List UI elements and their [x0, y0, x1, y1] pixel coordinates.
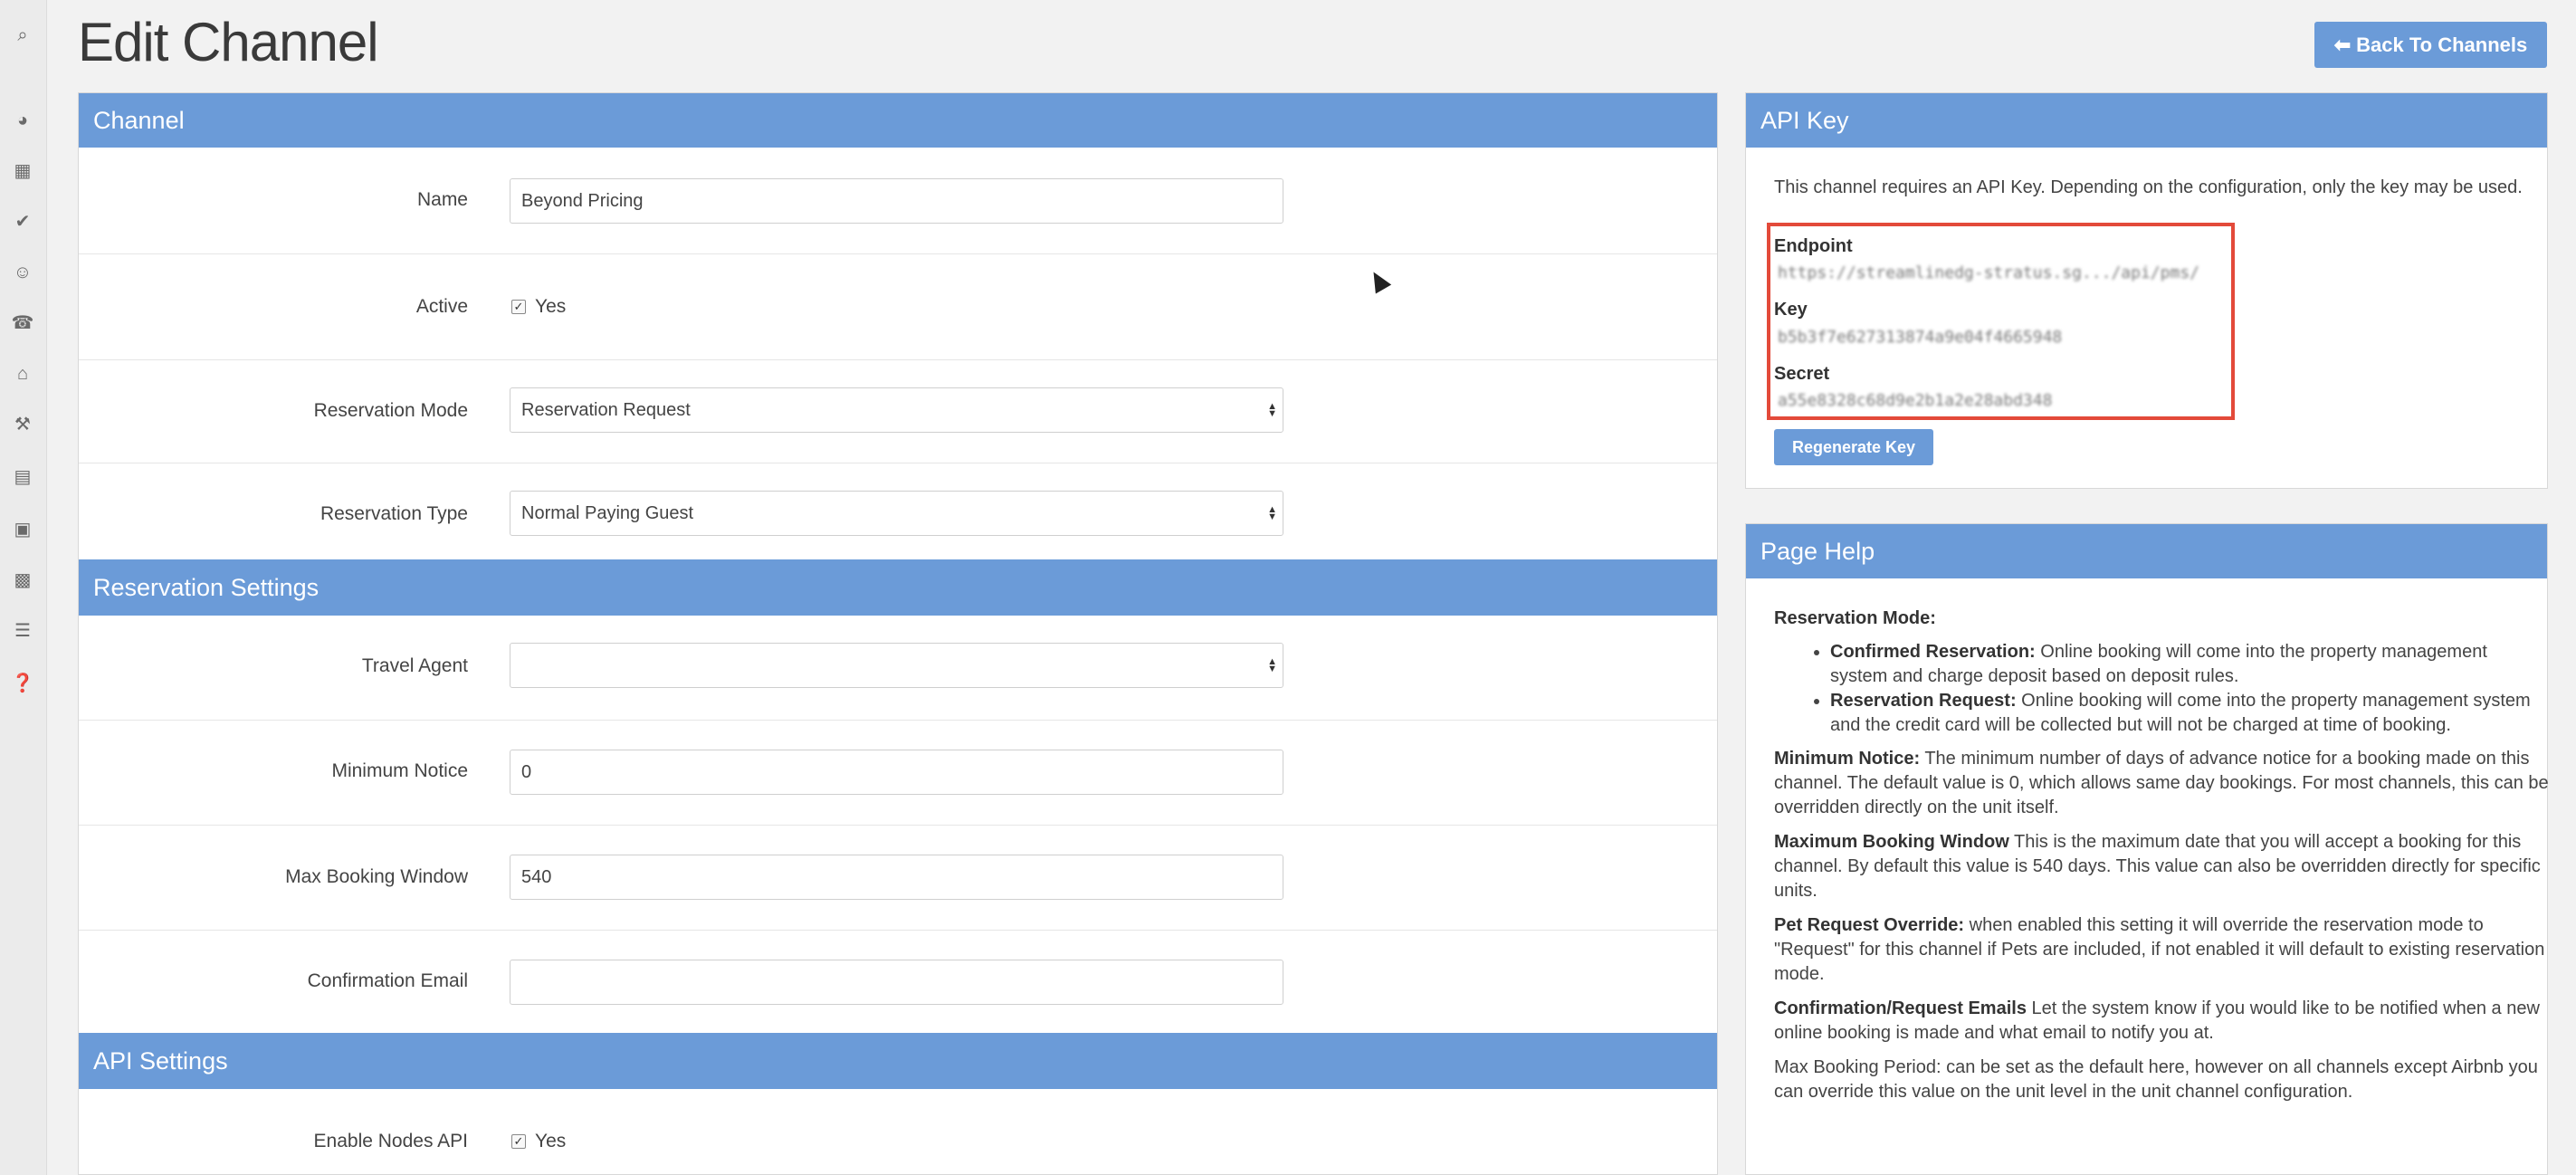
secret-label: Secret [1774, 364, 1830, 384]
list-item: Reservation Request: Online booking will… [1830, 689, 2549, 738]
select-arrows-icon: ▲ ▼ [1267, 401, 1277, 419]
page-help-content: Reservation Mode: Confirmed Reservation:… [1774, 607, 2549, 1104]
reservation-type-select[interactable]: Normal Paying Guest ▲ ▼ [510, 491, 1283, 536]
regenerate-key-button[interactable]: Regenerate Key [1774, 429, 1933, 465]
api-key-intro: This channel requires an API Key. Depend… [1774, 177, 2523, 197]
reservation-type-label: Reservation Type [320, 503, 468, 524]
help-emails-title: Confirmation/Request Emails [1774, 998, 2027, 1018]
travel-agent-label: Travel Agent [361, 655, 468, 676]
back-button-label: Back To Channels [2356, 33, 2528, 56]
enable-nodes-api-label: Enable Nodes API [313, 1131, 468, 1151]
active-checkbox-label: Yes [535, 296, 567, 317]
back-to-channels-button[interactable]: ⬅ Back To Channels [2314, 22, 2547, 68]
help-max-window: Maximum Booking Window This is the maxim… [1774, 830, 2549, 903]
money-icon[interactable]: ▣ [11, 518, 34, 541]
active-label: Active [415, 296, 468, 317]
wrench-icon[interactable]: ⚒ [11, 413, 34, 436]
help-max-window-title: Maximum Booking Window [1774, 832, 2009, 852]
form-row-name: Name Beyond Pricing [79, 148, 1717, 254]
help-icon[interactable]: ❓ [11, 672, 34, 695]
help-pet-override: Pet Request Override: when enabled this … [1774, 913, 2549, 987]
channel-heading: Channel [93, 106, 185, 134]
page-help-heading: Page Help [1760, 537, 1875, 565]
key-label: Key [1774, 300, 1808, 320]
confirmation-email-input[interactable] [510, 960, 1283, 1005]
api-key-header: API Key [1746, 93, 2547, 148]
dashboard-icon[interactable]: ◕ [11, 109, 34, 132]
reservation-mode-label: Reservation Mode [313, 400, 468, 421]
reservation-mode-select[interactable]: Reservation Request ▲ ▼ [510, 387, 1283, 433]
form-row-active: Active ✓ Yes [79, 254, 1717, 360]
reservation-type-value: Normal Paying Guest [521, 502, 694, 523]
key-value: b5b3f7e627313874a9e04f4665948 [1778, 328, 2063, 347]
help-confirmed-title: Confirmed Reservation: [1830, 642, 2036, 662]
channel-form-panel: Channel Name Beyond Pricing Active ✓ Yes… [78, 92, 1718, 1175]
arrow-left-icon: ⬅ [2333, 33, 2352, 56]
help-pet-title: Pet Request Override: [1774, 915, 1965, 935]
grid-icon[interactable]: ▤ [11, 465, 34, 489]
reservation-settings-header: Reservation Settings [79, 559, 1717, 616]
minimum-notice-label: Minimum Notice [331, 760, 468, 781]
search-icon[interactable]: ⌕ [11, 24, 34, 47]
confirmation-email-label: Confirmation Email [307, 970, 468, 991]
form-row-minimum-notice: Minimum Notice 0 [79, 721, 1717, 826]
secret-value: a55e8328c68d9e2b1a2e28abd348 [1778, 391, 2053, 410]
api-settings-header: API Settings [79, 1033, 1717, 1089]
reservation-mode-value: Reservation Request [521, 399, 691, 420]
help-request-title: Reservation Request: [1830, 691, 2017, 711]
api-settings-heading: API Settings [93, 1046, 228, 1075]
chart-icon[interactable]: ☰ [11, 619, 34, 643]
endpoint-value: https://streamlinedg-stratus.sg.../api/p… [1778, 263, 2199, 282]
form-row-confirmation-email: Confirmation Email [79, 931, 1717, 1035]
checkbox-checked-icon[interactable]: ✓ [511, 300, 526, 314]
api-key-heading: API Key [1760, 106, 1849, 134]
travel-agent-select[interactable]: ▲ ▼ [510, 643, 1283, 688]
page-help-header: Page Help [1746, 524, 2547, 578]
channel-section-header: Channel [79, 93, 1717, 148]
users-icon[interactable]: ☺ [11, 261, 34, 284]
max-booking-window-value: 540 [521, 866, 552, 887]
select-arrows-icon: ▲ ▼ [1267, 504, 1277, 522]
minimum-notice-value: 0 [521, 761, 532, 782]
home-icon[interactable]: ⌂ [11, 362, 34, 386]
reservation-settings-heading: Reservation Settings [93, 573, 320, 601]
help-reservation-mode-list: Confirmed Reservation: Online booking wi… [1774, 640, 2549, 738]
calendar-icon[interactable]: ▦ [11, 159, 34, 183]
form-row-max-booking-window: Max Booking Window 540 [79, 826, 1717, 931]
active-checkbox[interactable]: ✓ Yes [511, 296, 566, 318]
help-minimum-notice: Minimum Notice: The minimum number of da… [1774, 747, 2549, 820]
name-label: Name [416, 189, 468, 210]
left-nav-rail: ⌕ ◕ ▦ ✔ ☺ ☎ ⌂ ⚒ ▤ ▣ ▩ ☰ ❓ [0, 0, 47, 1175]
phone-icon[interactable]: ☎ [11, 311, 34, 335]
select-arrows-icon: ▲ ▼ [1267, 656, 1277, 674]
page-title: Edit Channel [78, 12, 379, 72]
name-input-value: Beyond Pricing [521, 190, 644, 211]
name-input[interactable]: Beyond Pricing [510, 178, 1283, 224]
briefcase-icon[interactable]: ▩ [11, 568, 34, 592]
form-row-reservation-mode: Reservation Mode Reservation Request ▲ ▼ [79, 360, 1717, 463]
checkbox-checked-icon[interactable]: ✓ [511, 1134, 526, 1149]
max-booking-window-input[interactable]: 540 [510, 855, 1283, 900]
enable-nodes-api-checkbox-label: Yes [535, 1131, 567, 1151]
minimum-notice-input[interactable]: 0 [510, 750, 1283, 795]
help-reservation-mode-title: Reservation Mode: [1774, 608, 1936, 628]
form-row-travel-agent: Travel Agent ▲ ▼ [79, 616, 1717, 721]
help-min-notice-title: Minimum Notice: [1774, 749, 1921, 769]
max-booking-window-label: Max Booking Window [285, 866, 468, 887]
help-max-period: Max Booking Period: can be set as the de… [1774, 1057, 2538, 1102]
enable-nodes-api-checkbox[interactable]: ✓ Yes [511, 1131, 566, 1152]
help-emails: Confirmation/Request Emails Let the syst… [1774, 997, 2549, 1046]
check-circle-icon[interactable]: ✔ [11, 210, 34, 234]
form-row-reservation-type: Reservation Type Normal Paying Guest ▲ ▼ [79, 463, 1717, 559]
form-row-enable-nodes-api: Enable Nodes API ✓ Yes [79, 1089, 1717, 1175]
endpoint-label: Endpoint [1774, 236, 1853, 256]
list-item: Confirmed Reservation: Online booking wi… [1830, 640, 2549, 689]
